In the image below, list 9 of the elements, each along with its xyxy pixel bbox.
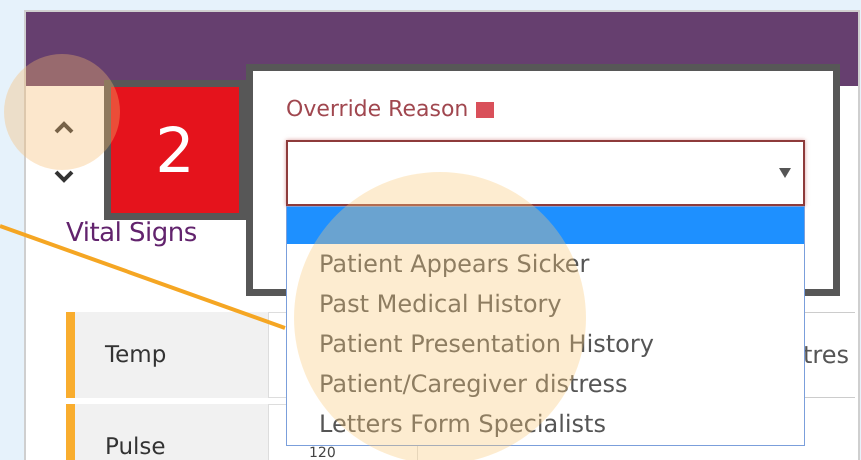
count-badge: 2 bbox=[104, 80, 246, 220]
field-label: Override Reason bbox=[286, 97, 468, 122]
chevron-up-icon bbox=[53, 120, 75, 134]
dropdown-arrow-icon bbox=[779, 168, 791, 178]
section-title: Vital Signs bbox=[66, 218, 197, 250]
reason-select[interactable] bbox=[286, 140, 805, 206]
vital-label: Temp bbox=[75, 312, 268, 398]
chevron-down-icon bbox=[53, 170, 75, 184]
vital-label: Pulse bbox=[75, 404, 268, 460]
